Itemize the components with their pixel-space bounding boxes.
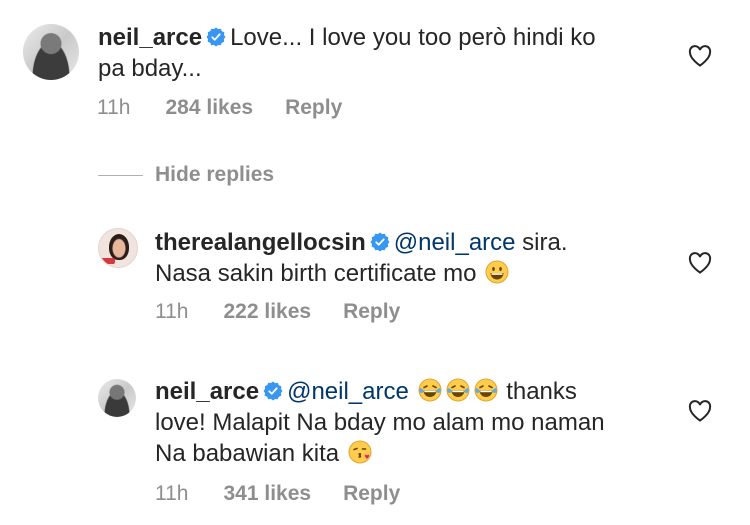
comment-text: neil_arce @neil_arce thanks love! Malapit… [155,376,675,469]
comment-text: therealangellocsin @neil_arce sira. Nasa … [155,227,675,289]
reply-button[interactable]: Reply [285,96,342,119]
tears-of-joy-emoji [446,378,470,402]
mention-link[interactable]: @neil_arce [394,229,516,256]
avatar[interactable] [23,24,79,80]
comment-body-line3: Na babawian kita [155,440,340,467]
comment-meta: 11h 222 likes Reply [155,300,432,324]
verified-badge-icon [263,381,283,401]
username[interactable]: neil_arce [98,24,202,51]
likes-count[interactable]: 284 likes [165,96,253,119]
verified-badge-icon [206,27,226,47]
verified-badge-icon [370,232,390,252]
kiss-emoji [348,440,372,464]
reply-button[interactable]: Reply [343,482,400,505]
heart-icon[interactable] [688,252,712,274]
comment-body: Love... I love you too però hindi ko [230,24,596,51]
mention-link[interactable]: @neil_arce [287,378,409,405]
hide-replies-button[interactable]: Hide replies [98,163,274,187]
grinning-emoji [485,260,509,284]
avatar[interactable] [98,379,136,417]
heart-icon[interactable] [688,400,712,422]
heart-icon[interactable] [688,45,712,67]
tears-of-joy-emoji [474,378,498,402]
comment-body-line2: Nasa sakin birth certificate mo [155,260,477,287]
username[interactable]: neil_arce [155,378,259,405]
comment-body-line2: pa bday... [98,55,202,82]
comment-body-line2: love! Malapit Na bday mo alam mo naman [155,409,605,436]
hide-replies-label: Hide replies [155,163,275,186]
divider [98,174,143,176]
comment-meta: 11h 341 likes Reply [155,482,432,506]
comment-body: thanks [506,378,577,405]
likes-count[interactable]: 341 likes [223,482,311,505]
comment-meta: 11h 284 likes Reply [97,96,374,120]
timestamp: 11h [155,300,189,323]
timestamp: 11h [155,482,189,505]
reply-button[interactable]: Reply [343,300,400,323]
tears-of-joy-emoji [418,378,442,402]
comment-text: neil_arce Love... I love you too però hin… [98,22,678,84]
likes-count[interactable]: 222 likes [223,300,311,323]
username[interactable]: therealangellocsin [155,229,366,256]
avatar[interactable] [98,228,138,268]
comment-body: sira. [515,229,568,256]
timestamp: 11h [97,96,131,119]
